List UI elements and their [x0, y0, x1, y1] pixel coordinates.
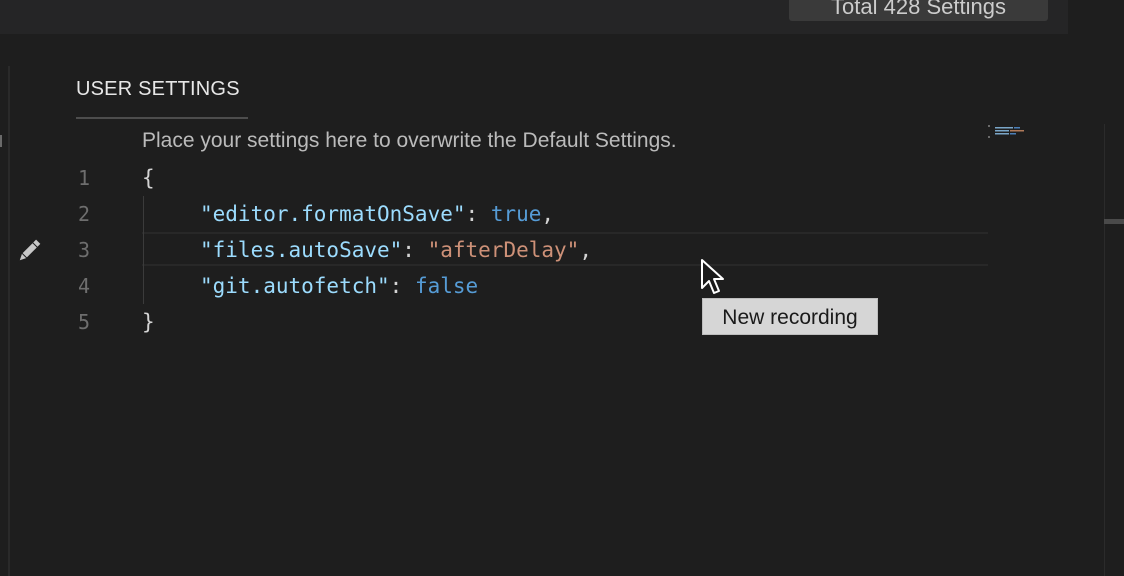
line-number: 1 [77, 166, 90, 190]
scrollbar-thumb[interactable] [1104, 219, 1124, 224]
setting-value: "afterDelay" [427, 238, 580, 262]
minimap[interactable] [988, 124, 1060, 144]
line-number: 4 [77, 274, 90, 298]
code-line[interactable]: 2 "editor.formatOnSave": true, [0, 196, 1000, 232]
search-bar-area: Total 428 Settings [0, 0, 1068, 34]
setting-value: false [414, 274, 479, 298]
code-line[interactable]: 3 "files.autoSave": "afterDelay", [0, 232, 1000, 268]
vertical-scrollbar[interactable] [1104, 124, 1124, 576]
settings-editor-window: Total 428 Settings USER SETTINGS Place y… [0, 0, 1124, 576]
key-value-separator: : [389, 274, 415, 298]
setting-value: true [490, 202, 542, 226]
open-brace: { [142, 166, 155, 190]
setting-key: "files.autoSave" [200, 238, 403, 262]
setting-key: "git.autofetch" [200, 274, 390, 298]
line-number: 3 [77, 238, 90, 262]
pencil-icon[interactable] [14, 236, 44, 266]
settings-hint: Place your settings here to overwrite th… [142, 129, 677, 152]
recording-tooltip: New recording [702, 298, 878, 335]
settings-count-badge: Total 428 Settings [789, 0, 1048, 21]
setting-entry[interactable]: "files.autoSave": "afterDelay", [200, 232, 592, 268]
setting-entry[interactable]: "editor.formatOnSave": true, [200, 196, 554, 232]
setting-key: "editor.formatOnSave" [200, 202, 466, 226]
topbar-right-spacer [1068, 0, 1124, 34]
mouse-cursor-icon [701, 259, 724, 294]
section-title: USER SETTINGS [76, 78, 240, 100]
code-line[interactable]: 1 { [0, 160, 1000, 196]
key-value-separator: : [465, 202, 491, 226]
key-value-separator: : [402, 238, 428, 262]
trailing-comma: , [541, 202, 555, 226]
close-brace: } [142, 310, 155, 334]
line-number: 2 [77, 202, 90, 226]
setting-entry[interactable]: "git.autofetch": false [200, 268, 478, 304]
left-edge-mark [0, 135, 2, 147]
section-title-underline [76, 117, 248, 119]
line-number: 5 [77, 310, 90, 334]
trailing-comma: , [579, 238, 592, 262]
